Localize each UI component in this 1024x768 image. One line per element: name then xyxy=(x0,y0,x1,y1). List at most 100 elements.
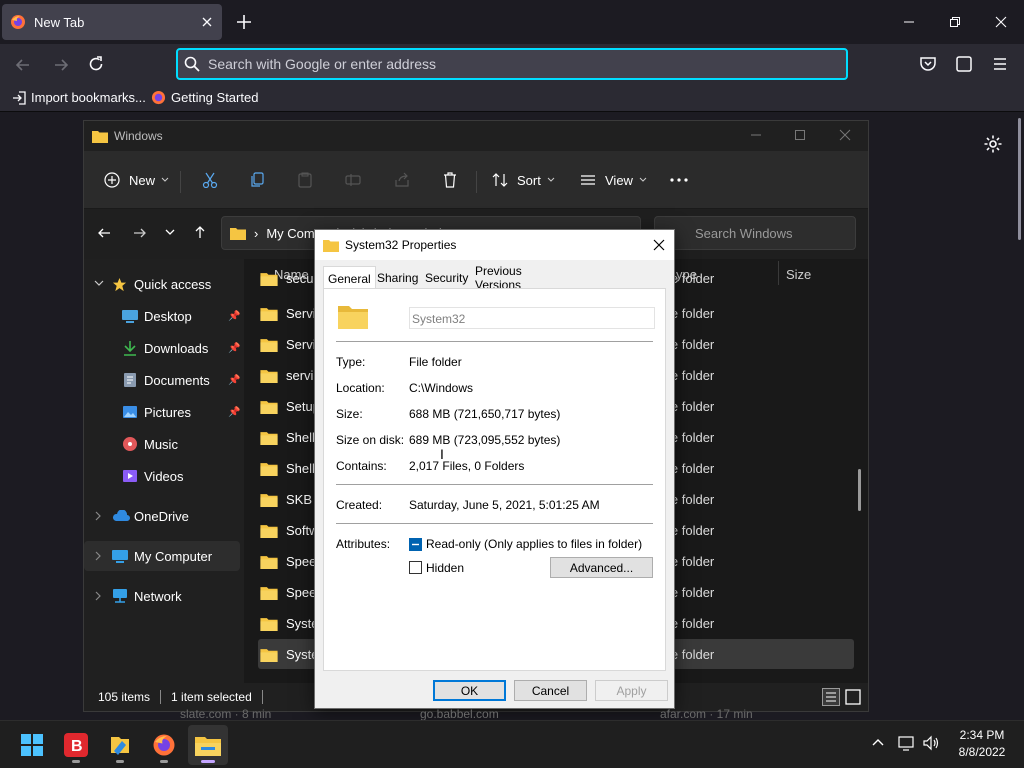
sort-button[interactable]: Sort xyxy=(492,165,555,195)
nav-documents[interactable]: Documents 📌 xyxy=(84,365,240,395)
nav-network[interactable]: Network xyxy=(84,581,240,611)
tab-close-icon[interactable] xyxy=(202,17,212,27)
copy-icon[interactable] xyxy=(250,165,266,195)
folder-icon xyxy=(260,306,278,321)
search-icon xyxy=(184,56,200,72)
text-cursor-icon: I xyxy=(440,446,444,462)
url-bar[interactable] xyxy=(176,48,848,80)
explorer-back-icon[interactable] xyxy=(97,226,111,240)
nav-downloads[interactable]: Downloads 📌 xyxy=(84,333,240,363)
chevron-up-icon[interactable] xyxy=(872,738,884,746)
new-button[interactable]: New xyxy=(104,165,169,195)
paste-icon[interactable] xyxy=(297,165,313,195)
hidden-checkbox[interactable] xyxy=(409,561,422,574)
cancel-button[interactable]: Cancel xyxy=(514,680,587,701)
hidden-label[interactable]: Hidden xyxy=(426,561,464,575)
pin-icon: 📌 xyxy=(228,342,241,354)
system-clock[interactable]: 2:34 PM 8/8/2022 xyxy=(950,727,1014,761)
cancel-label: Cancel xyxy=(531,683,570,698)
reload-icon[interactable] xyxy=(87,55,105,73)
folder-icon xyxy=(260,368,278,383)
cut-icon[interactable] xyxy=(202,165,218,195)
settings-gear-icon[interactable] xyxy=(983,134,1003,154)
explorer-search-box[interactable]: Search Windows xyxy=(654,216,856,250)
minimize-icon[interactable] xyxy=(886,0,932,44)
explorer-forward-icon[interactable] xyxy=(133,226,147,240)
advanced-button-label: Advanced... xyxy=(569,560,634,575)
tab-title: New Tab xyxy=(34,14,85,30)
tab-sharing[interactable]: Sharing xyxy=(373,268,422,288)
folder-icon xyxy=(260,271,278,286)
file-list-scrollbar[interactable] xyxy=(858,469,861,511)
taskbar-app-b[interactable]: B xyxy=(56,725,96,765)
nav-music[interactable]: Music xyxy=(84,429,240,459)
details-view-icon[interactable] xyxy=(822,688,840,706)
size-on-disk-value: 689 MB (723,095,552 bytes) xyxy=(409,433,561,447)
large-folder-icon xyxy=(338,303,368,329)
chevron-right-icon xyxy=(95,591,103,601)
taskbar-file-app[interactable] xyxy=(100,725,140,765)
document-icon xyxy=(122,372,138,388)
url-input[interactable] xyxy=(208,56,808,72)
share-icon[interactable] xyxy=(394,165,410,195)
browser-nav-bar xyxy=(0,44,1024,86)
new-tab-icon[interactable] xyxy=(234,12,254,32)
tab-general[interactable]: General xyxy=(323,266,376,290)
page-scrollbar[interactable] xyxy=(1018,118,1021,240)
readonly-checkbox[interactable] xyxy=(409,538,422,551)
nav-my-computer[interactable]: My Computer xyxy=(84,541,240,571)
explorer-maximize-icon[interactable] xyxy=(794,129,806,141)
ok-label: OK xyxy=(460,683,479,698)
extensions-icon[interactable] xyxy=(955,55,973,73)
more-options-icon[interactable] xyxy=(670,165,688,195)
browser-tab[interactable]: New Tab xyxy=(2,4,222,40)
selection-count: 1 item selected xyxy=(171,690,252,704)
contains-value: 2,017 Files, 0 Folders xyxy=(409,459,525,473)
recent-locations-icon[interactable] xyxy=(165,229,175,237)
explorer-close-icon[interactable] xyxy=(839,129,851,141)
tab-security[interactable]: Security xyxy=(421,268,472,288)
bookmark-getting-started[interactable]: Getting Started xyxy=(151,90,258,105)
start-button[interactable] xyxy=(12,725,52,765)
advanced-button[interactable]: Advanced... xyxy=(550,557,653,578)
nav-quick-access[interactable]: Quick access xyxy=(84,269,240,299)
firefox-icon xyxy=(152,733,176,757)
folder-name-value: System32 xyxy=(412,312,466,326)
dialog-close-icon[interactable] xyxy=(653,239,665,251)
breadcrumb-my-computer[interactable]: My Com xyxy=(266,226,314,241)
folder-icon xyxy=(92,129,108,143)
forward-icon[interactable] xyxy=(52,56,70,74)
tiles-view-icon[interactable] xyxy=(844,688,862,706)
size-on-disk-label: Size on disk: xyxy=(336,433,405,447)
ghost-item: afar.com · 17 min xyxy=(660,707,753,721)
menu-icon[interactable] xyxy=(991,55,1009,73)
bookmark-import[interactable]: Import bookmarks... xyxy=(12,90,146,105)
nav-pictures[interactable]: Pictures 📌 xyxy=(84,397,240,427)
location-label: Location: xyxy=(336,381,385,395)
back-icon[interactable] xyxy=(14,56,32,74)
rename-icon[interactable] xyxy=(345,165,361,195)
restore-icon[interactable] xyxy=(932,0,978,44)
firefox-icon xyxy=(10,14,26,30)
apply-button[interactable]: Apply xyxy=(595,680,668,701)
delete-icon[interactable] xyxy=(442,165,458,195)
up-icon[interactable] xyxy=(193,225,207,239)
taskbar-firefox[interactable] xyxy=(144,725,184,765)
network-icon xyxy=(112,588,128,604)
tab-previous-versions[interactable]: Previous Versions xyxy=(471,264,526,292)
close-icon[interactable] xyxy=(978,0,1024,44)
breadcrumb-chevron-icon: › xyxy=(254,225,259,241)
nav-onedrive[interactable]: OneDrive xyxy=(84,501,240,531)
pin-icon: 📌 xyxy=(228,310,241,322)
folder-name-field[interactable]: System32 xyxy=(409,307,655,329)
volume-icon[interactable] xyxy=(922,735,940,751)
pocket-icon[interactable] xyxy=(919,55,937,73)
network-tray-icon[interactable] xyxy=(898,735,916,751)
view-button[interactable]: View xyxy=(580,165,647,195)
nav-desktop[interactable]: Desktop 📌 xyxy=(84,301,240,331)
explorer-minimize-icon[interactable] xyxy=(750,129,762,141)
ok-button[interactable]: OK xyxy=(433,680,506,701)
readonly-label[interactable]: Read-only (Only applies to files in fold… xyxy=(426,537,642,551)
nav-videos[interactable]: Videos xyxy=(84,461,240,491)
taskbar-file-explorer[interactable] xyxy=(188,725,228,765)
